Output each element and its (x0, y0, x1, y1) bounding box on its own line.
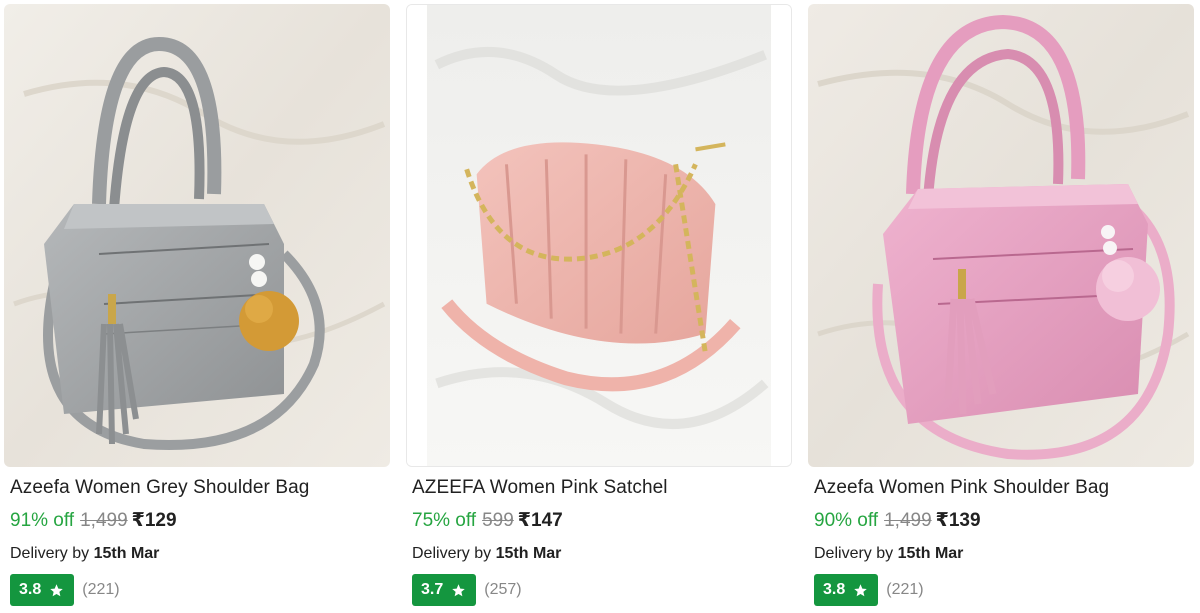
price-row: 90% off 1,499 ₹139 (814, 509, 981, 532)
product-title[interactable]: Azeefa Women Grey Shoulder Bag (10, 477, 309, 499)
discount-label: 75% off (412, 510, 477, 531)
product-card[interactable]: Azeefa Women Grey Shoulder Bag 91% off 1,… (0, 0, 392, 613)
star-icon (452, 583, 465, 596)
rating-badge: 3.8 (10, 574, 75, 606)
rating-row: 3.8 (221) (814, 574, 924, 606)
discount-label: 90% off (814, 510, 879, 531)
selling-price: ₹147 (517, 510, 563, 531)
product-grid: Azeefa Women Grey Shoulder Bag 91% off 1,… (0, 0, 1200, 613)
delivery-date: 15th Mar (897, 545, 964, 562)
price-row: 91% off 1,499 ₹129 (10, 509, 177, 532)
pink-satchel-image (407, 5, 791, 466)
product-card[interactable]: AZEEFA Women Pink Satchel 75% off 599 ₹147… (402, 0, 794, 613)
rating-value: 3.8 (19, 581, 42, 598)
product-image[interactable] (406, 4, 792, 467)
rating-badge: 3.7 (412, 574, 477, 606)
rating-value: 3.7 (421, 581, 444, 598)
discount-label: 91% off (10, 510, 75, 531)
original-price: 599 (482, 510, 514, 531)
original-price: 1,499 (884, 510, 932, 531)
rating-badge: 3.8 (814, 574, 879, 606)
delivery-info: Delivery by 15th Mar (814, 545, 963, 563)
price-row: 75% off 599 ₹147 (412, 509, 563, 532)
rating-row: 3.8 (221) (10, 574, 120, 606)
star-icon (50, 583, 63, 596)
delivery-date: 15th Mar (93, 545, 160, 562)
pink-shoulder-bag-image (808, 4, 1194, 467)
rating-value: 3.8 (823, 581, 846, 598)
product-image[interactable] (808, 4, 1194, 467)
review-count: (221) (886, 581, 924, 598)
delivery-prefix: Delivery by (10, 545, 90, 562)
product-title[interactable]: AZEEFA Women Pink Satchel (412, 477, 668, 499)
delivery-prefix: Delivery by (412, 545, 492, 562)
review-count: (221) (82, 581, 120, 598)
product-title[interactable]: Azeefa Women Pink Shoulder Bag (814, 477, 1109, 499)
review-count: (257) (484, 581, 522, 598)
original-price: 1,499 (80, 510, 128, 531)
rating-row: 3.7 (257) (412, 574, 522, 606)
selling-price: ₹139 (935, 510, 981, 531)
star-icon (854, 583, 867, 596)
delivery-info: Delivery by 15th Mar (412, 545, 561, 563)
grey-shoulder-bag-image (4, 4, 390, 467)
product-image[interactable] (4, 4, 390, 467)
product-card[interactable]: Azeefa Women Pink Shoulder Bag 90% off 1,… (804, 0, 1196, 613)
delivery-prefix: Delivery by (814, 545, 894, 562)
delivery-date: 15th Mar (495, 545, 562, 562)
delivery-info: Delivery by 15th Mar (10, 545, 159, 563)
selling-price: ₹129 (131, 510, 177, 531)
